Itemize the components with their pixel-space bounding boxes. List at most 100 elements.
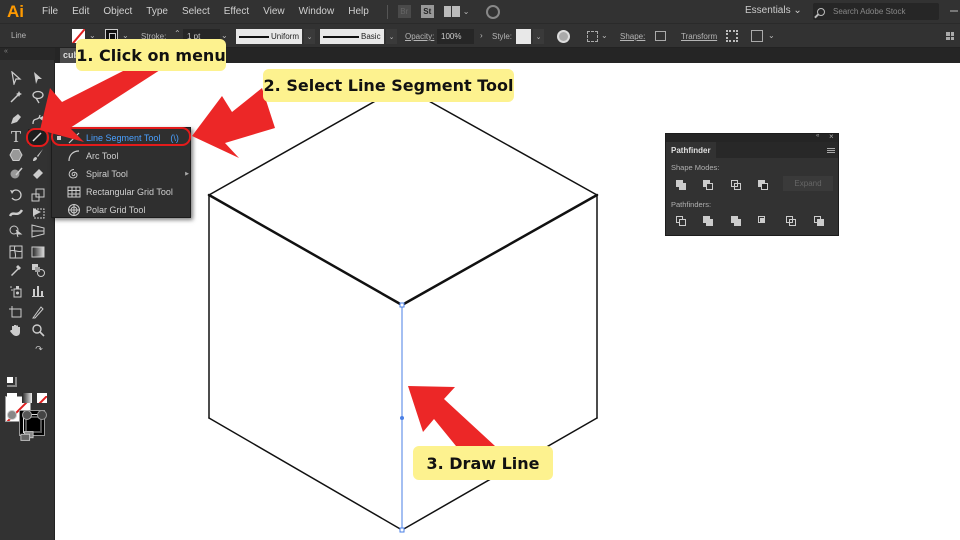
divide-button-icon[interactable] <box>676 216 687 227</box>
flyout-item-arc-tool[interactable]: Arc Tool <box>52 147 192 165</box>
eyedropper-tool-icon[interactable] <box>7 262 25 278</box>
panel-close-icon[interactable]: × <box>829 132 834 141</box>
style-chevron-icon[interactable]: ⌄ <box>533 29 544 44</box>
menu-view[interactable]: View <box>263 6 285 17</box>
transform-label[interactable]: Transform <box>681 32 717 41</box>
default-fill-stroke-icon[interactable] <box>5 375 15 385</box>
opacity-field[interactable]: 100% <box>437 29 474 44</box>
search-stock-input[interactable]: Search Adobe Stock <box>813 3 939 20</box>
minus-back-button-icon[interactable] <box>814 216 825 227</box>
arrange-documents-icon[interactable] <box>443 6 460 17</box>
lasso-tool-icon[interactable] <box>29 89 47 105</box>
pathfinder-tab[interactable]: Pathfinder <box>666 142 716 158</box>
gradient-mode-icon[interactable] <box>22 393 32 403</box>
symbol-sprayer-tool-icon[interactable] <box>7 283 25 299</box>
swap-fill-stroke-icon[interactable]: ↷ <box>33 343 45 355</box>
minimize-icon[interactable] <box>950 10 958 12</box>
bridge-button[interactable]: Br <box>397 5 411 18</box>
slice-tool-icon[interactable] <box>29 304 47 320</box>
chevron-down-icon[interactable]: ⌄ <box>463 7 470 16</box>
crop-button-icon[interactable] <box>758 216 769 227</box>
eraser-tool-icon[interactable] <box>29 165 47 181</box>
search-placeholder: Search Adobe Stock <box>833 7 906 16</box>
rotate-tool-icon[interactable] <box>7 187 25 203</box>
direct-selection-tool-icon[interactable] <box>29 70 47 86</box>
menu-edit[interactable]: Edit <box>72 6 89 17</box>
artboard-tool-icon[interactable] <box>7 304 25 320</box>
select-similar-chevron-icon[interactable]: ⌄ <box>601 31 608 40</box>
perspective-grid-tool-icon[interactable] <box>29 223 47 239</box>
isolate-object-icon[interactable] <box>751 30 763 42</box>
menu-select[interactable]: Select <box>182 6 210 17</box>
menu-file[interactable]: File <box>42 6 58 17</box>
selection-tool-icon[interactable] <box>7 70 25 86</box>
menu-help[interactable]: Help <box>348 6 369 17</box>
isolate-chevron-icon[interactable]: ⌄ <box>768 31 775 40</box>
panel-title-bar[interactable] <box>666 134 838 142</box>
trim-button-icon[interactable] <box>703 216 714 227</box>
scale-tool-icon[interactable] <box>29 187 47 203</box>
profile-chevron-icon[interactable]: ⌄ <box>304 29 315 44</box>
shape-label[interactable]: Shape: <box>620 32 645 41</box>
panel-tab-bar <box>716 142 838 158</box>
magic-wand-tool-icon[interactable] <box>7 89 25 105</box>
polygon-tool-icon[interactable] <box>7 147 25 163</box>
stock-button[interactable]: St <box>420 5 434 18</box>
menu-type[interactable]: Type <box>146 6 168 17</box>
shape-properties-icon[interactable] <box>655 31 666 41</box>
select-similar-icon[interactable] <box>587 31 598 42</box>
outline-button-icon[interactable] <box>786 216 797 227</box>
variable-width-profile-dropdown[interactable]: Uniform <box>236 29 302 44</box>
shape-builder-tool-icon[interactable] <box>7 223 25 239</box>
gradient-tool-icon[interactable] <box>29 244 47 260</box>
toolbar-collapse-icon[interactable]: « <box>0 48 55 60</box>
panel-collapse-icon[interactable]: « <box>816 133 819 139</box>
type-tool-icon[interactable]: T <box>7 128 25 146</box>
selection-type-label: Line <box>11 31 27 40</box>
expand-button[interactable]: Expand <box>783 176 833 191</box>
menu-object[interactable]: Object <box>103 6 132 17</box>
stroke-weight-stepper-icon[interactable]: ⌃ <box>174 29 181 38</box>
exclude-button-icon[interactable] <box>758 180 769 191</box>
free-transform-tool-icon[interactable] <box>29 205 47 221</box>
column-graph-tool-icon[interactable] <box>29 283 47 299</box>
draw-inside-icon[interactable] <box>37 410 47 420</box>
none-mode-icon[interactable] <box>37 393 47 403</box>
pen-tool-icon[interactable] <box>7 111 25 127</box>
gpu-performance-icon[interactable] <box>485 4 500 19</box>
brush-chevron-icon[interactable]: ⌄ <box>386 29 397 44</box>
chevron-down-icon: ⌄ <box>793 5 802 16</box>
paintbrush-tool-icon[interactable] <box>29 147 47 163</box>
brush-definition-dropdown[interactable]: Basic <box>320 29 384 44</box>
flyout-item-spiral-tool[interactable]: Spiral Tool ▶ <box>52 165 192 183</box>
transform-icon[interactable] <box>726 30 738 42</box>
zoom-tool-icon[interactable] <box>29 322 47 338</box>
curvature-tool-icon[interactable] <box>29 111 47 127</box>
flyout-item-polar-grid-tool[interactable]: Polar Grid Tool <box>52 201 192 219</box>
panel-menu-icon[interactable] <box>827 148 835 153</box>
draw-behind-icon[interactable] <box>22 410 32 420</box>
unite-button-icon[interactable] <box>676 180 687 191</box>
menu-window[interactable]: Window <box>299 6 335 17</box>
intersect-button-icon[interactable] <box>731 180 742 191</box>
color-mode-icon[interactable] <box>7 393 17 403</box>
minus-front-button-icon[interactable] <box>703 180 714 191</box>
brush-label: Basic <box>361 32 381 41</box>
opacity-arrow-icon[interactable]: › <box>480 31 483 40</box>
flyout-item-rectangular-grid-tool[interactable]: Rectangular Grid Tool <box>52 183 192 201</box>
shaper-tool-icon[interactable] <box>7 165 25 181</box>
tearoff-arrow-icon[interactable]: ▶ <box>185 171 189 177</box>
mesh-tool-icon[interactable] <box>7 244 25 260</box>
draw-normal-icon[interactable] <box>7 410 17 420</box>
opacity-label[interactable]: Opacity: <box>405 32 434 41</box>
width-tool-icon[interactable] <box>7 205 25 221</box>
workspace-switcher[interactable]: Essentials ⌄ <box>745 5 802 16</box>
recolor-artwork-icon[interactable] <box>557 30 570 43</box>
hand-tool-icon[interactable] <box>7 322 25 338</box>
blend-tool-icon[interactable] <box>29 262 47 278</box>
merge-button-icon[interactable] <box>731 216 742 227</box>
change-screen-mode-icon[interactable] <box>17 428 37 444</box>
graphic-style-swatch[interactable] <box>516 29 531 44</box>
menu-effect[interactable]: Effect <box>224 6 249 17</box>
panel-grip-icon[interactable] <box>946 32 954 40</box>
